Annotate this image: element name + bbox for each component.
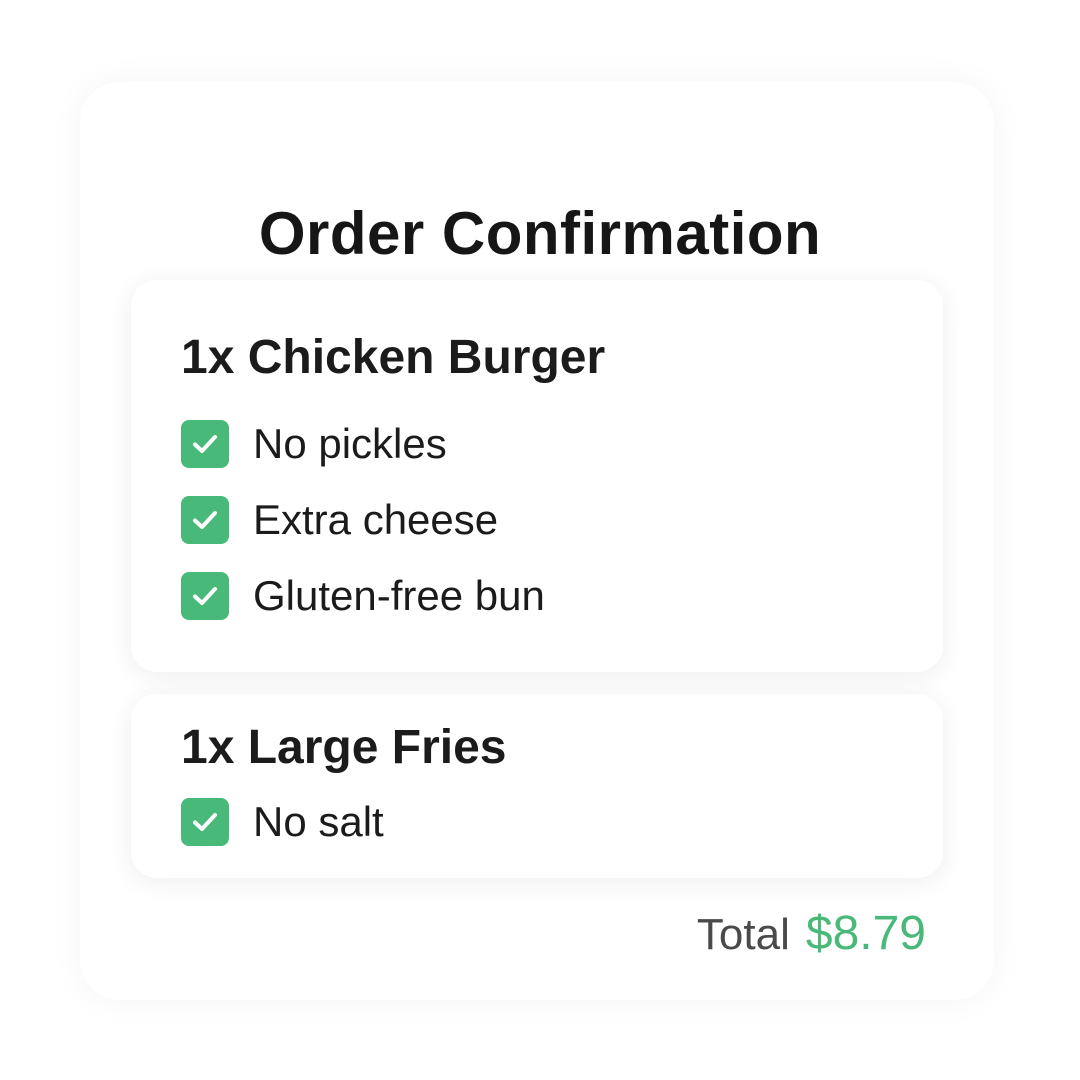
modifier-checkbox[interactable] (181, 496, 229, 544)
check-icon (193, 813, 217, 831)
modifier-label: Extra cheese (253, 496, 499, 543)
total-price: $8.79 (805, 907, 926, 960)
page-title: Order Confirmation (258, 200, 822, 268)
modifier-label: Gluten-free bun (253, 572, 545, 619)
order-total: Total $8.79 (697, 906, 926, 970)
modifier-checkbox[interactable] (181, 572, 229, 620)
modifier-checkbox[interactable] (181, 798, 229, 846)
modifier-checkbox[interactable] (181, 420, 229, 468)
order-item-card-large-fries: 1x Large Fries No salt (131, 694, 943, 878)
total-label: Total (696, 910, 790, 959)
modifier-row: Extra cheese (181, 496, 545, 544)
modifier-list: No salt (181, 798, 384, 874)
check-icon (193, 435, 217, 453)
modifier-row: No salt (181, 798, 384, 846)
modifier-row: No pickles (181, 420, 545, 468)
modifier-list: No pickles Extra cheese Gluten-free bun (181, 420, 545, 648)
modifier-row: Gluten-free bun (181, 572, 545, 620)
item-title: 1x Large Fries (181, 721, 507, 774)
item-title: 1x Chicken Burger (181, 331, 606, 384)
check-icon (193, 587, 217, 605)
modifier-label: No salt (253, 798, 384, 845)
check-icon (193, 511, 217, 529)
modifier-label: No pickles (253, 420, 447, 467)
order-item-card-chicken-burger: 1x Chicken Burger No pickles Extra chees… (131, 280, 943, 672)
